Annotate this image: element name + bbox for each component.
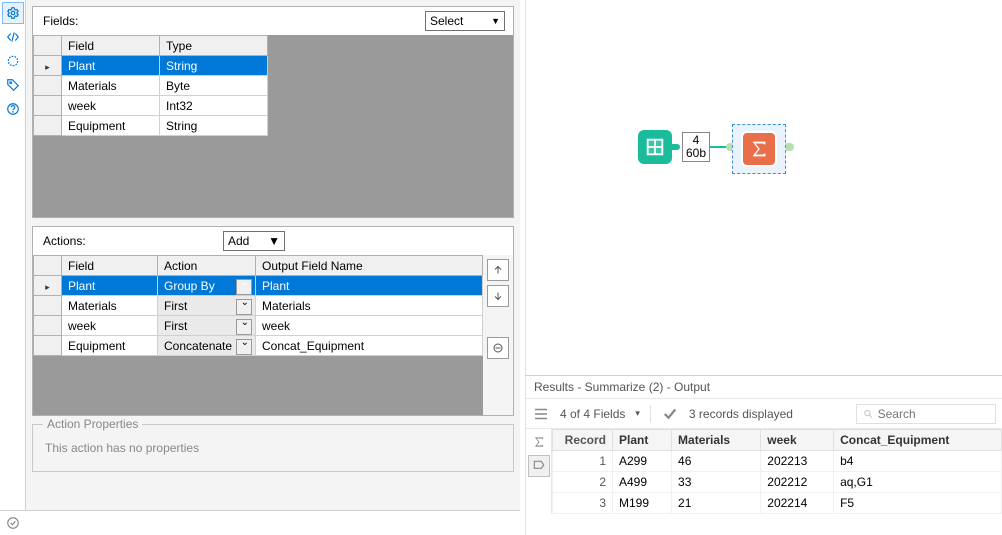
status-strip [0,510,520,535]
actions-add-label: Add [228,234,249,248]
fields-row[interactable]: Materials Byte [34,76,268,96]
sigma-view-icon[interactable] [528,431,550,453]
fields-summary[interactable]: 4 of 4 Fields [560,407,625,421]
action-properties-section: Action Properties This action has no pro… [32,424,514,472]
results-row[interactable]: 2 A499 33 202212 aq,G1 [553,472,1002,493]
actions-row[interactable]: Plant Group By Plant [34,276,483,296]
actions-row[interactable]: week First week [34,316,483,336]
results-view-rail [526,429,552,514]
actions-header-action[interactable]: Action [158,256,256,276]
fields-row[interactable]: Equipment String [34,116,268,136]
results-header-week[interactable]: week [761,430,834,451]
search-input[interactable] [878,407,989,421]
actions-add-dropdown[interactable]: Add ▼ [223,231,285,251]
results-panel: Results - Summarize (2) - Output 4 of 4 … [525,375,1002,535]
actions-header-outname[interactable]: Output Field Name [256,256,483,276]
actions-row[interactable]: Equipment Concatenate Concat_Equipment [34,336,483,356]
chevron-down-icon[interactable]: ▾ [635,408,640,419]
workflow-canvas[interactable]: 4 60b [525,0,1002,375]
action-properties-text: This action has no properties [45,435,501,455]
check-icon [661,405,679,423]
node-output-anchor [786,143,794,151]
chevron-down-icon: ▼ [491,16,500,26]
actions-section: Actions: Add ▼ Field Action Output Field… [32,226,514,416]
results-row[interactable]: 3 M199 21 202214 F5 [553,493,1002,514]
results-header-record[interactable]: Record [553,430,613,451]
results-title: Results - Summarize (2) - Output [526,376,1002,399]
help-icon[interactable] [2,98,24,120]
xml-icon[interactable] [2,26,24,48]
action-dropdown[interactable]: Group By [158,276,256,296]
fields-row[interactable]: Plant String [34,56,268,76]
actions-side-buttons [483,255,513,415]
actions-grid[interactable]: Field Action Output Field Name Plant Gro… [33,255,483,356]
fields-select-dropdown[interactable]: Select ▼ [425,11,505,31]
fields-select-label: Select [430,14,463,28]
output-view-icon[interactable] [528,455,550,477]
search-icon [863,408,874,420]
summarize-node-selected[interactable] [732,124,786,174]
action-properties-title: Action Properties [43,417,142,431]
refresh-icon[interactable] [2,50,24,72]
results-toolbar: 4 of 4 Fields ▾ 3 records displayed [526,399,1002,429]
actions-header-field[interactable]: Field [62,256,158,276]
actions-row[interactable]: Materials First Materials [34,296,483,316]
fields-header-field[interactable]: Field [62,36,160,56]
config-icon-rail [0,0,26,510]
results-row[interactable]: 1 A299 46 202213 b4 [553,451,1002,472]
node-output-anchor [672,144,680,150]
tag-icon[interactable] [2,74,24,96]
fields-header-type[interactable]: Type [160,36,268,56]
fields-section: Fields: Select ▼ Field Type Plant String [32,6,514,218]
config-panel: Fields: Select ▼ Field Type Plant String [26,0,520,510]
results-search[interactable] [856,404,996,424]
actions-label: Actions: [43,234,223,248]
move-up-button[interactable] [487,259,509,281]
remove-button[interactable] [487,337,509,359]
action-dropdown[interactable]: Concatenate [158,336,256,356]
results-header-materials[interactable]: Materials [672,430,761,451]
fields-row[interactable]: week Int32 [34,96,268,116]
action-dropdown[interactable]: First [158,316,256,336]
results-header-plant[interactable]: Plant [613,430,672,451]
action-dropdown[interactable]: First [158,296,256,316]
sigma-icon [741,131,777,167]
records-summary: 3 records displayed [689,407,793,421]
results-header-concat[interactable]: Concat_Equipment [834,430,1002,451]
fields-grid[interactable]: Field Type Plant String Materials Byte w… [33,35,268,136]
move-down-button[interactable] [487,285,509,307]
connection-metadata[interactable]: 4 60b [682,132,710,162]
input-node[interactable] [638,130,672,164]
list-icon[interactable] [532,405,550,423]
fields-label: Fields: [43,14,425,28]
results-grid[interactable]: Record Plant Materials week Concat_Equip… [552,429,1002,514]
gear-icon[interactable] [2,2,24,24]
check-circle-icon [6,516,20,530]
chevron-down-icon: ▼ [268,234,280,248]
